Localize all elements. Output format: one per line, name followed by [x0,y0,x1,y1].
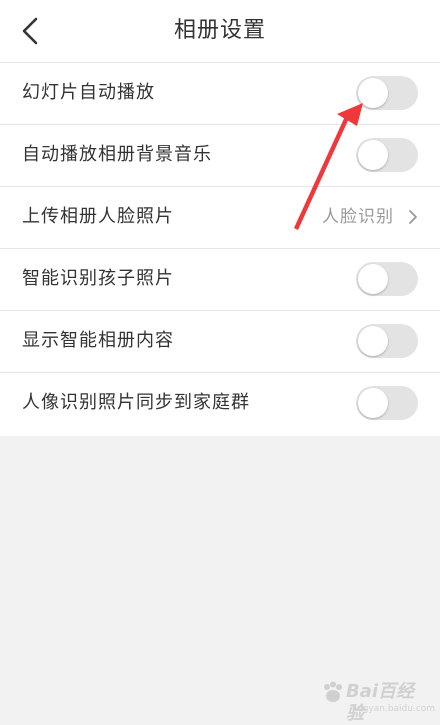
toggle-knob [358,388,388,418]
setting-label: 自动播放相册背景音乐 [22,144,212,165]
baidu-jingyan-watermark: Bai百经验 jingyan.baidu.com [322,679,436,724]
watermark-url: jingyan.baidu.com [352,704,436,714]
toggle-knob [358,78,388,108]
toggle-knob [358,326,388,356]
chevron-right-icon [409,210,417,224]
settings-list: 幻灯片自动播放 自动播放相册背景音乐 上传相册人脸照片 人脸识别 智能识别孩子照… [0,63,440,436]
setting-row-child-photo-recognition: 智能识别孩子照片 [0,249,440,311]
face-recognition-value: 人脸识别 [322,207,394,227]
sync-to-family-group-toggle[interactable] [356,386,418,420]
navigation-bar: 相册设置 [0,0,440,63]
setting-row-sync-to-family-group: 人像识别照片同步到家庭群 [0,373,440,436]
setting-row-background-music: 自动播放相册背景音乐 [0,125,440,187]
setting-label: 显示智能相册内容 [22,330,174,351]
album-settings-page: 相册设置 幻灯片自动播放 自动播放相册背景音乐 上传相册人脸照片 人脸识别 智能… [0,0,440,725]
toggle-knob [358,264,388,294]
setting-row-smart-album-content: 显示智能相册内容 [0,311,440,373]
page-title: 相册设置 [173,18,266,43]
child-photo-recognition-toggle[interactable] [356,262,418,296]
slideshow-autoplay-toggle[interactable] [356,76,418,110]
smart-album-content-toggle[interactable] [356,324,418,358]
setting-row-slideshow-autoplay: 幻灯片自动播放 [0,63,440,125]
toggle-knob [358,140,388,170]
setting-label: 人像识别照片同步到家庭群 [22,392,250,413]
setting-label: 智能识别孩子照片 [22,268,174,289]
setting-label: 上传相册人脸照片 [22,206,174,227]
setting-row-upload-face-photos[interactable]: 上传相册人脸照片 人脸识别 [0,187,440,249]
background-music-toggle[interactable] [356,138,418,172]
paw-logo-icon [324,681,342,702]
setting-label: 幻灯片自动播放 [22,82,155,103]
